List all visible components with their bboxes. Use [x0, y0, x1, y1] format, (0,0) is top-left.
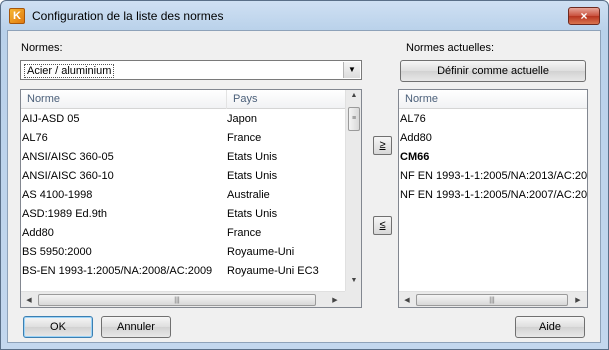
chevron-down-icon[interactable]: ▼ [343, 62, 360, 78]
scroll-up-icon[interactable]: ▲ [346, 92, 361, 99]
table-row[interactable]: Add80 France [21, 224, 346, 243]
list-item[interactable]: NF EN 1993-1-1:2005/NA:2013/AC:2009 [399, 167, 587, 186]
vertical-scroll-thumb[interactable]: ≡ [348, 107, 360, 131]
scroll-right-icon[interactable]: ▶ [330, 296, 340, 304]
list-item-label: NF EN 1993-1-1:2005/NA:2013/AC:2009 [400, 170, 587, 182]
list-item-label: Add80 [400, 132, 432, 144]
current-norms-list[interactable]: Norme AL76 Add80 CM66 NF EN 1993-1-1:200… [398, 89, 588, 308]
close-button[interactable]: × [568, 7, 600, 25]
cancel-button[interactable]: Annuler [101, 316, 171, 338]
column-header-norme[interactable]: Norme [399, 90, 587, 109]
cell-norme: BS 5950:2000 [22, 246, 92, 258]
cell-pays: Japon [227, 113, 257, 125]
scroll-right-icon[interactable]: ▶ [573, 296, 583, 304]
material-select-value: Acier / aluminium [24, 64, 115, 78]
horizontal-scroll-thumb[interactable]: ||| [416, 294, 568, 306]
cell-pays: Royaume-Uni EC3 [227, 265, 319, 277]
cell-norme: AL76 [22, 132, 48, 144]
scroll-left-icon[interactable]: ◀ [402, 296, 412, 304]
table-row[interactable]: ASD:1989 Ed.9th Etats Unis [21, 205, 346, 224]
normes-label: Normes: [21, 42, 63, 54]
list-header: Norme [399, 90, 587, 109]
remove-arrow-icon: ≤ [379, 219, 386, 231]
cell-norme: ASD:1989 Ed.9th [22, 208, 108, 220]
cell-pays: Australie [227, 189, 270, 201]
table-row[interactable]: BS 5950:2000 Royaume-Uni [21, 243, 346, 262]
table-row[interactable]: ANSI/AISC 360-10 Etats Unis [21, 167, 346, 186]
table-row[interactable]: AIJ-ASD 05 Japon [21, 110, 346, 129]
table-row[interactable]: BS-EN 1993-1:2005/NA:2008/AC:2009 Royaum… [21, 262, 346, 281]
list-item[interactable]: AL76 [399, 110, 587, 129]
title-bar[interactable]: K Configuration de la liste des normes × [1, 1, 608, 31]
available-norms-table[interactable]: Norme Pays AIJ-ASD 05 Japon AL76 France … [20, 89, 362, 308]
cell-norme: Add80 [22, 227, 54, 239]
cell-pays: France [227, 227, 262, 239]
table-row[interactable]: AS 4100-1998 Australie [21, 186, 346, 205]
horizontal-scroll-thumb[interactable]: ||| [38, 294, 316, 306]
cell-norme: AS 4100-1998 [22, 189, 93, 201]
window-title: Configuration de la liste des normes [32, 9, 224, 23]
cell-pays: France [227, 132, 262, 144]
list-item[interactable]: NF EN 1993-1-1:2005/NA:2007/AC:2009 [399, 186, 587, 205]
help-button[interactable]: Aide [515, 316, 585, 338]
cell-pays: Etats Unis [227, 208, 278, 220]
ok-button[interactable]: OK [23, 316, 93, 338]
cell-pays: Royaume-Uni [227, 246, 295, 258]
current-norms-label: Normes actuelles: [406, 42, 495, 54]
list-item-label: AL76 [400, 113, 426, 125]
column-header-pays[interactable]: Pays [227, 90, 346, 109]
material-select[interactable]: Acier / aluminium ▼ [20, 60, 362, 80]
dialog-client-area: Normes: Acier / aluminium ▼ Norme Pays A… [7, 30, 601, 343]
add-arrow-icon: ≥ [379, 139, 386, 151]
grip-icon: ||| [489, 297, 495, 304]
list-item-label: NF EN 1993-1-1:2005/NA:2007/AC:2009 [400, 189, 587, 201]
horizontal-scrollbar[interactable]: ◀ ||| ▶ [399, 291, 587, 307]
cell-norme: ANSI/AISC 360-05 [22, 151, 114, 163]
table-row[interactable]: AL76 France [21, 129, 346, 148]
cell-norme: AIJ-ASD 05 [22, 113, 80, 125]
cell-norme: ANSI/AISC 360-10 [22, 170, 114, 182]
grip-icon: ≡ [351, 115, 357, 122]
scroll-down-icon[interactable]: ▼ [346, 277, 361, 284]
remove-from-current-button[interactable]: ≤ [373, 216, 392, 235]
list-item-active[interactable]: CM66 [399, 148, 587, 167]
vertical-scrollbar[interactable]: ▲ ≡ ▼ [345, 90, 361, 291]
list-item-label: CM66 [400, 151, 430, 163]
list-item[interactable]: Add80 [399, 129, 587, 148]
cell-norme: BS-EN 1993-1:2005/NA:2008/AC:2009 [22, 265, 213, 277]
cell-pays: Etats Unis [227, 170, 278, 182]
app-logo-icon: K [9, 8, 25, 24]
scroll-left-icon[interactable]: ◀ [24, 296, 34, 304]
cell-pays: Etats Unis [227, 151, 278, 163]
column-header-norme[interactable]: Norme [21, 90, 227, 109]
set-current-button[interactable]: Définir comme actuelle [400, 60, 586, 82]
horizontal-scrollbar[interactable]: ◀ ||| ▶ [21, 291, 345, 307]
scroll-corner [345, 291, 361, 307]
grip-icon: ||| [174, 297, 180, 304]
table-header: Norme Pays [21, 90, 346, 109]
add-to-current-button[interactable]: ≥ [373, 136, 392, 155]
table-row[interactable]: ANSI/AISC 360-05 Etats Unis [21, 148, 346, 167]
